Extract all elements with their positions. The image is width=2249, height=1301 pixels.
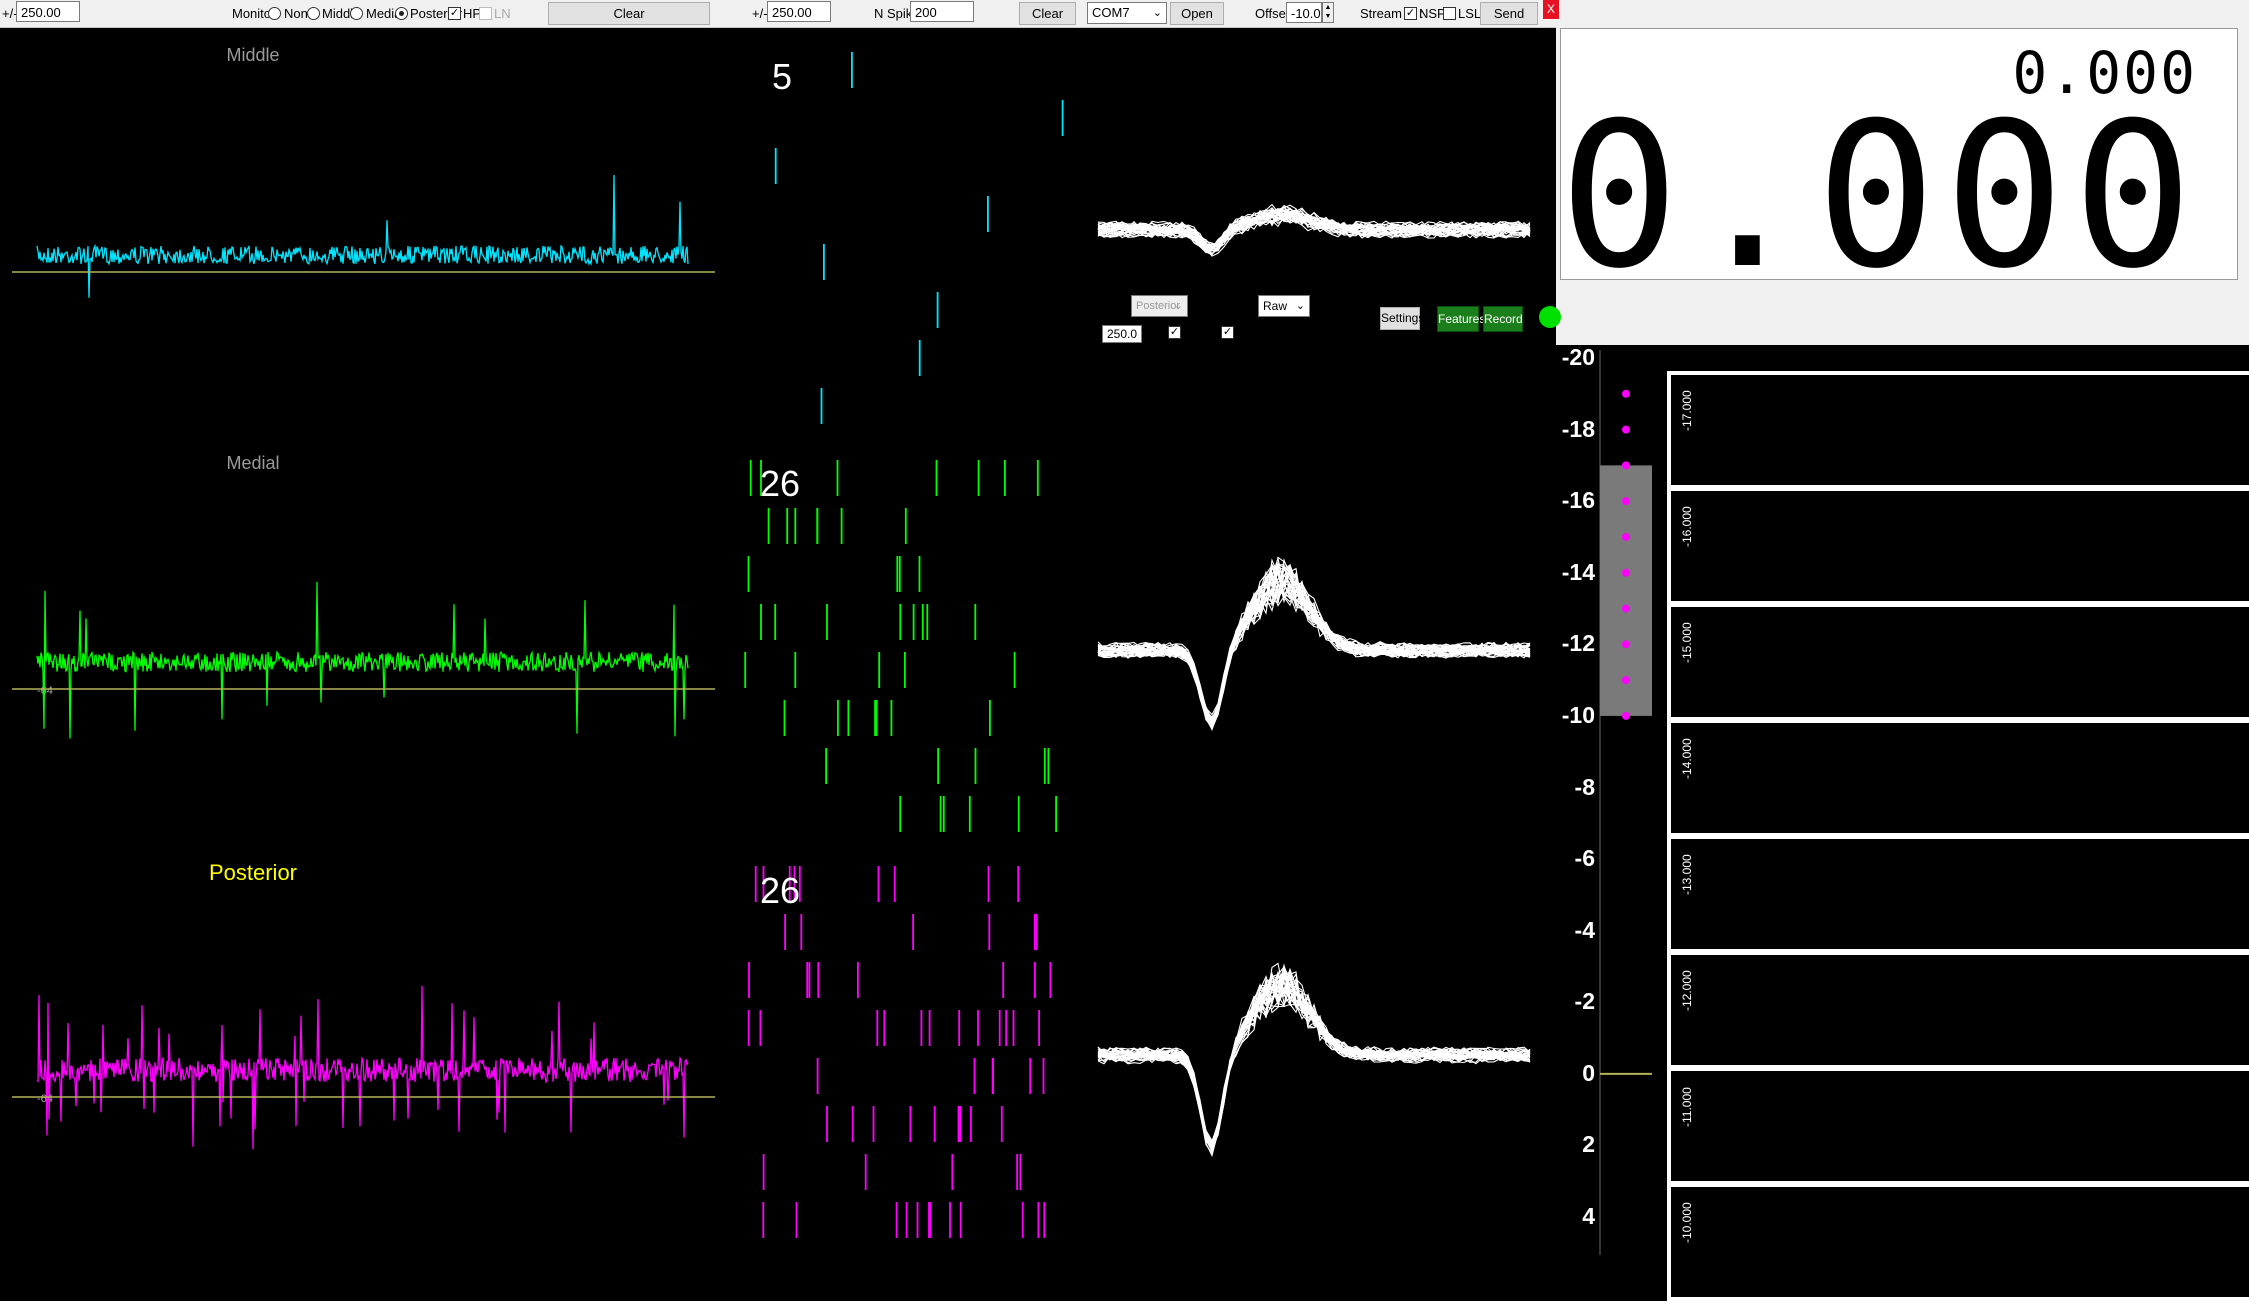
depth-tick-label: -18	[1561, 415, 1595, 442]
spike-count-middle: 5	[772, 56, 793, 97]
depth-tick-label: -10	[1561, 701, 1595, 728]
depth-tick-label: -16	[1561, 487, 1595, 514]
depth-trace-panel	[1667, 1183, 2249, 1301]
depth-tick-label: 4	[1582, 1203, 1595, 1229]
spike-rasters	[744, 52, 1064, 1238]
depth-tick-label: 2	[1582, 1131, 1595, 1158]
depth-trace-label: -16.000	[1680, 506, 1694, 547]
depth-trace-panel	[1667, 603, 2249, 721]
depth-tick-label: -8	[1574, 773, 1595, 800]
depth-tick-label: -12	[1561, 630, 1595, 657]
depth-dot	[1622, 425, 1630, 434]
depth-dot	[1622, 532, 1630, 541]
depth-tick-label: -20	[1561, 344, 1595, 370]
depth-trace-label: -15.000	[1680, 622, 1694, 663]
waveform	[1097, 562, 1531, 722]
waveform	[1097, 556, 1531, 721]
depth-dot	[1622, 640, 1630, 649]
depth-trace-label: -12.000	[1680, 970, 1694, 1011]
depth-tick-label: -14	[1561, 558, 1595, 585]
depth-tick-label: 0	[1582, 1059, 1595, 1086]
depth-dot	[1622, 711, 1630, 720]
spike-count-posterior: 26	[760, 870, 801, 911]
depth-axis	[1599, 350, 1652, 1255]
depth-trace-label: -10.000	[1680, 1202, 1694, 1243]
depth-trace-label: -14.000	[1680, 738, 1694, 779]
depth-dot	[1622, 676, 1630, 685]
depth-dot	[1622, 461, 1630, 470]
waveform	[1097, 973, 1531, 1158]
depth-trace-panel	[1667, 719, 2249, 837]
waveform	[1097, 564, 1531, 722]
trace-medial	[36, 581, 689, 739]
waveform	[1097, 564, 1531, 716]
depth-trace-label: -17.000	[1680, 390, 1694, 431]
spike-count-medial: 26	[760, 463, 801, 504]
trace-posterior	[36, 985, 689, 1150]
waveform	[1097, 979, 1531, 1154]
depth-dot	[1622, 568, 1630, 577]
depth-trace-panel	[1667, 951, 2249, 1069]
depth-trace-label: -13.000	[1680, 854, 1694, 895]
depth-tick-label: -4	[1574, 916, 1595, 943]
depth-trace-panel	[1667, 835, 2249, 953]
depth-trace-panel	[1667, 1067, 2249, 1185]
depth-tick-label: -6	[1574, 845, 1595, 872]
depth-dot	[1622, 604, 1630, 613]
depth-dot	[1622, 389, 1630, 398]
depth-dot	[1622, 497, 1630, 506]
waveform	[1097, 558, 1531, 722]
depth-trace-panel	[1667, 371, 2249, 489]
trace-middle	[36, 174, 689, 298]
waveform	[1097, 556, 1531, 724]
spike-waveforms	[1097, 203, 1531, 1158]
waveform	[1097, 558, 1531, 724]
depth-trace-panel	[1667, 487, 2249, 605]
continuous-traces	[12, 174, 715, 1150]
waveform	[1097, 563, 1531, 718]
depth-trace-label: -11.000	[1680, 1087, 1694, 1127]
depth-tick-label: -2	[1574, 988, 1595, 1015]
waveform	[1097, 981, 1531, 1147]
